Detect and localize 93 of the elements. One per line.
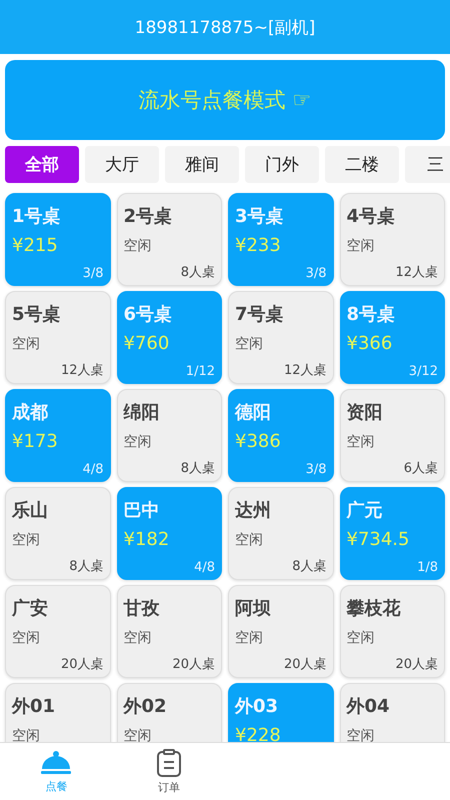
table-name: 4号桌 (346, 205, 396, 228)
table-name: 达州 (235, 499, 272, 522)
table-name: 外01 (12, 695, 56, 718)
table-amount: ¥173 (12, 431, 59, 452)
table-seats: 8人桌 (69, 557, 104, 575)
table-status: 空闲 (235, 629, 264, 647)
area-tab[interactable]: 雅间 (165, 146, 239, 183)
table-status: 空闲 (12, 629, 41, 647)
table-amount: ¥233 (235, 235, 282, 256)
table-card[interactable]: 乐山 空闲 8人桌 (5, 487, 110, 580)
table-amount: ¥734.5 (346, 529, 410, 550)
table-seats: 6人桌 (404, 459, 438, 477)
table-card[interactable]: 外01 空闲 (5, 683, 110, 742)
table-status: 空闲 (12, 335, 41, 353)
nav-tab[interactable]: 订单 (112, 743, 225, 800)
area-tab[interactable]: 全部 (5, 146, 79, 183)
table-name: 5号桌 (12, 303, 62, 326)
table-name: 8号桌 (346, 303, 396, 326)
table-amount: ¥228 (235, 725, 282, 742)
table-status: 空闲 (346, 727, 376, 742)
table-name: 绵阳 (124, 401, 160, 424)
table-amount: ¥182 (124, 529, 170, 550)
area-tab[interactable]: 三 (405, 146, 450, 183)
table-name: 广元 (346, 499, 384, 522)
area-tab[interactable]: 门外 (245, 146, 319, 183)
table-seats: 12人桌 (395, 263, 438, 281)
table-seats: 12人桌 (284, 361, 326, 379)
table-status: 空闲 (12, 531, 41, 549)
table-seats: 3/8 (306, 462, 326, 477)
table-seats: 3/8 (306, 266, 326, 281)
table-seats: 8人桌 (180, 263, 215, 281)
table-seats: 4/8 (194, 560, 215, 575)
table-seats: 20人桌 (60, 655, 104, 673)
table-amount: ¥760 (124, 333, 170, 354)
area-tab[interactable]: 二楼 (325, 146, 399, 183)
table-status: 空闲 (346, 237, 376, 255)
table-status: 空闲 (12, 727, 41, 742)
table-card[interactable]: 5号桌 空闲 12人桌 (5, 291, 110, 384)
table-seats: 4/8 (82, 462, 104, 477)
table-name: 乐山 (12, 499, 49, 522)
table-seats: 12人桌 (60, 361, 104, 379)
table-name: 攀枝花 (346, 597, 402, 620)
table-status: 空闲 (124, 727, 152, 742)
table-name: 2号桌 (124, 205, 174, 228)
table-card[interactable]: 阿坝 空闲 20人桌 (228, 585, 334, 678)
table-card[interactable]: 外02 空闲 (116, 683, 222, 742)
table-status: 空闲 (346, 629, 376, 647)
table-status: 空闲 (235, 531, 264, 549)
table-name: 德阳 (235, 401, 272, 424)
table-status: 空闲 (235, 335, 264, 353)
table-amount: ¥215 (12, 235, 59, 256)
table-card[interactable]: 绵阳 空闲 8人桌 (116, 389, 222, 482)
table-card[interactable]: 4号桌 空闲 12人桌 (340, 193, 445, 286)
table-seats: 20人桌 (284, 655, 326, 673)
table-name: 广安 (12, 597, 49, 620)
table-name: 3号桌 (235, 205, 285, 228)
table-seats: 8人桌 (292, 557, 326, 575)
table-name: 巴中 (124, 499, 160, 522)
table-seats: 3/12 (408, 364, 438, 379)
table-card[interactable]: 外04 空闲 (340, 683, 445, 742)
table-seats: 3/8 (82, 266, 104, 281)
table-seats: 1/8 (417, 560, 438, 575)
table-seats: 20人桌 (395, 655, 438, 673)
table-name: 外02 (124, 695, 168, 718)
table-seats: 1/12 (186, 364, 215, 379)
table-name: 7号桌 (235, 303, 285, 326)
table-card[interactable]: 甘孜 空闲 20人桌 (116, 585, 222, 678)
table-name: 1号桌 (12, 205, 62, 228)
clipboard-icon (156, 748, 182, 776)
table-name: 成都 (12, 401, 49, 424)
table-name: 外03 (235, 695, 280, 718)
header-title: 18981178875~[副机] (134, 16, 316, 38)
table-seats: 8人桌 (180, 459, 215, 477)
table-card[interactable]: 攀枝花 空闲 20人桌 (340, 585, 445, 678)
table-card[interactable]: 资阳 空闲 6人桌 (340, 389, 445, 482)
area-tab[interactable]: 大厅 (85, 146, 159, 183)
table-name: 阿坝 (235, 597, 272, 620)
table-status: 空闲 (346, 433, 376, 451)
table-card[interactable]: 达州 空闲 8人桌 (228, 487, 334, 580)
table-card[interactable]: 7号桌 空闲 12人桌 (228, 291, 334, 384)
table-name: 资阳 (346, 401, 384, 424)
table-card[interactable]: 广安 空闲 20人桌 (5, 585, 110, 678)
table-amount: ¥386 (235, 431, 282, 452)
table-name: 甘孜 (124, 597, 160, 620)
table-seats: 20人桌 (172, 655, 215, 673)
table-amount: ¥366 (346, 333, 394, 354)
table-card[interactable]: 2号桌 空闲 8人桌 (116, 193, 222, 286)
table-status: 空闲 (124, 629, 152, 647)
cloche-icon (40, 750, 72, 776)
table-name: 外04 (346, 695, 391, 718)
table-name: 6号桌 (124, 303, 174, 326)
table-status: 空闲 (124, 433, 152, 451)
table-status: 空闲 (124, 237, 152, 255)
